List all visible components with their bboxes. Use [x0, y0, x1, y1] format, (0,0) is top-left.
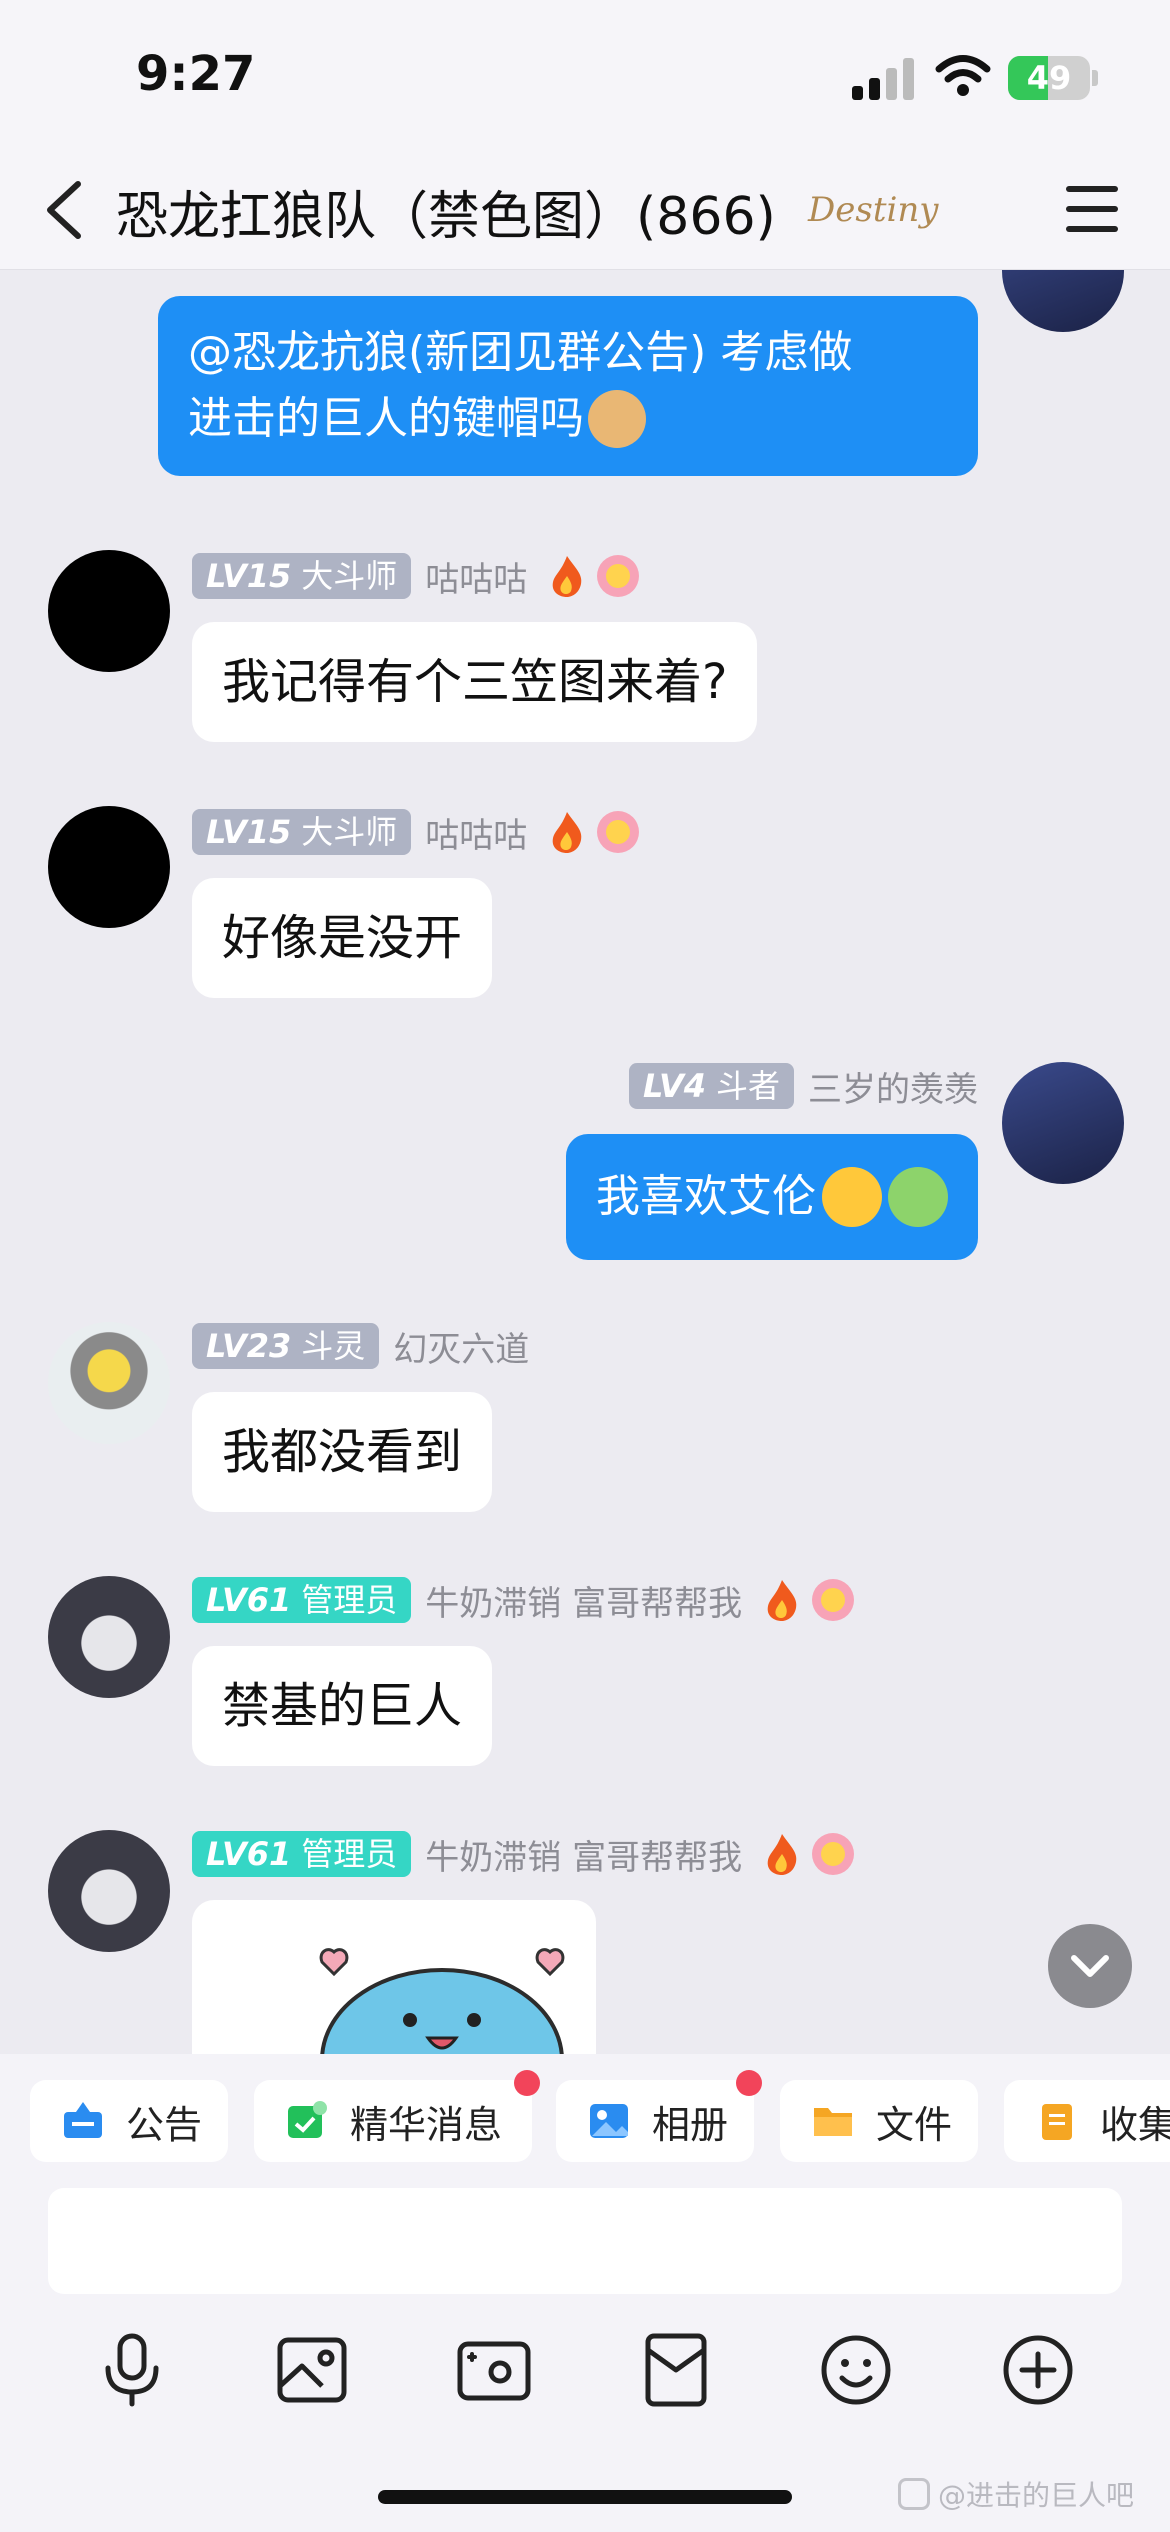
battery-cap: [1092, 70, 1098, 86]
chip-label: 相册: [652, 2102, 729, 2147]
microphone-icon[interactable]: [92, 2330, 172, 2410]
level-badge: LV15 大斗师: [192, 809, 412, 855]
message-text-line: @恐龙抗狼(新团见群公告) 考虑做: [188, 327, 853, 378]
sender-meta: LV23 斗灵 幻灭六道: [192, 1322, 529, 1370]
album-icon: [590, 2104, 628, 2138]
input-area: [0, 2188, 1170, 2298]
sender-name[interactable]: 咕咕咕: [425, 808, 527, 857]
watermark-text: @进击的巨人吧: [938, 2479, 1135, 2512]
level-badge: LV15 大斗师: [192, 553, 412, 599]
unread-dot: [736, 2070, 762, 2096]
wifi-icon: [935, 55, 991, 96]
folder-icon: [814, 2108, 852, 2136]
watermark: @进击的巨人吧: [898, 2474, 1134, 2514]
chip-album[interactable]: 相册: [556, 2070, 762, 2162]
level-badge: LV4 斗者: [628, 1063, 794, 1109]
menu-icon[interactable]: [1066, 186, 1118, 232]
back-arrow-icon[interactable]: [40, 178, 90, 242]
level-badge: LV61 管理员: [192, 1577, 412, 1623]
chip-highlight[interactable]: 精华消息: [254, 2070, 540, 2162]
sender-meta: LV15 大斗师 咕咕咕: [192, 808, 640, 857]
frog-emoji-icon: [888, 1167, 948, 1227]
blue-cat-sticker-icon: [319, 1948, 565, 2054]
chat-header: 恐龙扛狼队（禁色图）(866) Destiny: [0, 150, 1170, 270]
sender-name[interactable]: 三岁的羡羡: [808, 1062, 978, 1111]
sender-name[interactable]: 牛奶滞销 富哥帮帮我: [425, 1830, 742, 1879]
avatar[interactable]: [48, 550, 170, 672]
fire-icon: [552, 556, 582, 597]
chip-label: 精华消息: [350, 2102, 503, 2147]
collect-icon: [1042, 2104, 1072, 2140]
destiny-badge: Destiny: [808, 190, 939, 230]
avatar[interactable]: [1002, 270, 1124, 332]
sender-name[interactable]: 幻灭六道: [393, 1322, 529, 1371]
chip-label: 公告: [126, 2102, 203, 2147]
sender-name[interactable]: 咕咕咕: [425, 552, 527, 601]
message-bubble[interactable]: 禁基的巨人: [192, 1646, 493, 1766]
fire-icon: [767, 1834, 797, 1875]
message-bubble[interactable]: 我记得有个三笠图来着?: [192, 622, 758, 742]
smile-badge-icon: [812, 1579, 855, 1621]
sender-meta: LV61 管理员 牛奶滞销 富哥帮帮我: [192, 1830, 855, 1879]
chip-collect[interactable]: 收集: [1004, 2080, 1170, 2162]
laugh-emoji-icon: [822, 1167, 882, 1227]
avatar[interactable]: [1002, 1062, 1124, 1184]
message-input[interactable]: [48, 2188, 1122, 2294]
unread-dot: [514, 2070, 540, 2096]
chat-title[interactable]: 恐龙扛狼队（禁色图）(866): [116, 174, 776, 249]
fire-icon: [767, 1580, 797, 1621]
signal-icon: [852, 56, 916, 100]
sticker-image[interactable]: [192, 1900, 596, 2054]
sender-meta: LV4 斗者 三岁的羡羡: [628, 1062, 978, 1111]
chip-files[interactable]: 文件: [780, 2080, 978, 2162]
level-badge: LV23 斗灵: [192, 1323, 380, 1369]
battery-icon: 49: [1008, 56, 1090, 100]
highlight-icon: [288, 2101, 327, 2138]
sender-meta: LV61 管理员 牛奶滞销 富哥帮帮我: [192, 1576, 855, 1625]
chip-announcement[interactable]: 公告: [30, 2080, 228, 2162]
status-time: 9:27: [136, 46, 256, 102]
smile-badge-icon: [812, 1833, 855, 1875]
sender-name[interactable]: 牛奶滞销 富哥帮帮我: [425, 1576, 742, 1625]
scroll-down-button[interactable]: [1048, 1924, 1132, 2008]
weibo-watermark-icon: [898, 2478, 930, 2510]
status-bar: 9:27 49: [0, 0, 1170, 150]
message-bubble[interactable]: @恐龙抗狼(新团见群公告) 考虑做 进击的巨人的键帽吗: [158, 296, 978, 476]
avatar[interactable]: [48, 1830, 170, 1952]
avatar[interactable]: [48, 1322, 170, 1444]
chat-area[interactable]: @恐龙抗狼(新团见群公告) 考虑做 进击的巨人的键帽吗 LV15 大斗师 咕咕咕…: [0, 270, 1170, 2054]
fire-icon: [552, 812, 582, 853]
message-bubble[interactable]: 好像是没开: [192, 878, 493, 998]
group-tools-bar: 公告 精华消息 相册 文件 收集: [0, 2054, 1170, 2188]
photo-icon[interactable]: [272, 2330, 352, 2410]
camera-icon[interactable]: [454, 2330, 534, 2410]
smile-badge-icon: [597, 555, 640, 597]
avatar[interactable]: [48, 1576, 170, 1698]
home-indicator[interactable]: [378, 2490, 792, 2504]
chip-label: 收集: [1100, 2102, 1170, 2147]
avatar[interactable]: [48, 806, 170, 928]
emoji-icon[interactable]: [816, 2330, 896, 2410]
dog-emoji-icon: [588, 390, 646, 448]
level-badge: LV61 管理员: [192, 1831, 412, 1877]
plus-icon[interactable]: [998, 2330, 1078, 2410]
message-bubble[interactable]: 我都没看到: [192, 1392, 493, 1512]
chip-label: 文件: [876, 2102, 953, 2147]
message-text-line: 进击的巨人的键帽吗: [188, 393, 584, 444]
message-text: 我喜欢艾伦: [596, 1171, 816, 1222]
smile-badge-icon: [597, 811, 640, 853]
red-packet-icon[interactable]: [636, 2330, 716, 2410]
sender-meta: LV15 大斗师 咕咕咕: [192, 552, 640, 601]
announcement-icon: [64, 2102, 102, 2138]
message-bubble[interactable]: 我喜欢艾伦: [566, 1134, 978, 1260]
